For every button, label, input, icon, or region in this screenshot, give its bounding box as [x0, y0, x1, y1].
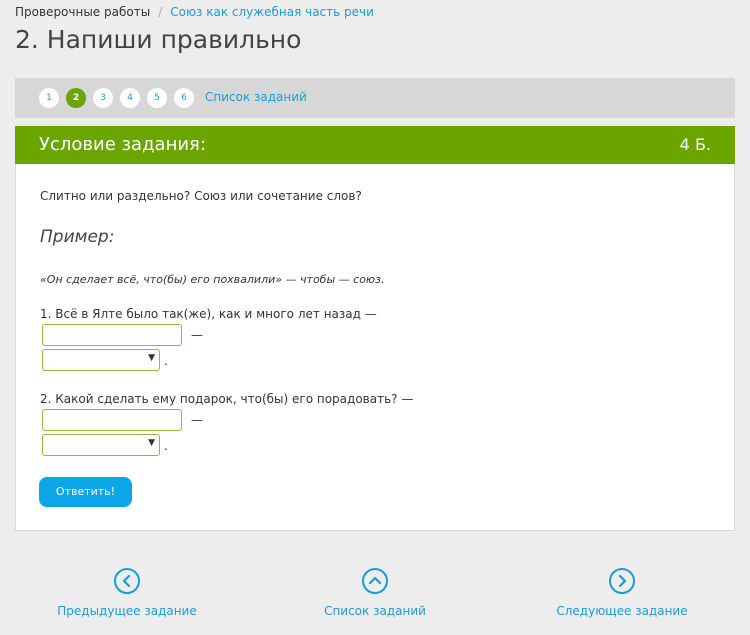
page-title: 2. Напиши правильно	[15, 25, 302, 54]
item-2-text: 2. Какой сделать ему подарок, что(бы) ег…	[40, 392, 414, 406]
next-task-label[interactable]: Следующее задание	[537, 604, 707, 618]
pager-number-5[interactable]: 5	[147, 88, 167, 108]
pager-task-list-link[interactable]: Список заданий	[205, 90, 307, 104]
submit-button[interactable]: Ответить!	[39, 477, 132, 507]
example-text: «Он сделает всё, что(бы) его похвалили» …	[40, 273, 385, 286]
dropdown-arrow-icon: ▼	[148, 438, 155, 448]
task-pager: 1 2 3 4 5 6 Список заданий	[15, 78, 735, 118]
item-2-dash: —	[191, 413, 203, 427]
task-list-link[interactable]: Список заданий	[290, 568, 460, 618]
previous-task-link[interactable]: Предыдущее задание	[42, 568, 212, 618]
task-list-label[interactable]: Список заданий	[290, 604, 460, 618]
task-points: 4 Б.	[679, 135, 711, 154]
breadcrumb-root[interactable]: Проверочные работы	[15, 5, 150, 19]
dropdown-arrow-icon: ▼	[148, 353, 155, 363]
breadcrumb: Проверочные работы / Союз как служебная ча…	[15, 5, 374, 19]
item-1-answer-select[interactable]: ▼	[42, 349, 160, 371]
breadcrumb-separator: /	[158, 5, 163, 19]
item-1-dash: —	[191, 328, 203, 342]
previous-task-label[interactable]: Предыдущее задание	[42, 604, 212, 618]
task-question: Слитно или раздельно? Союз или сочетание…	[40, 189, 362, 203]
next-task-link[interactable]: Следующее задание	[537, 568, 707, 618]
item-1-text: 1. Всё в Ялте было так(же), как и много …	[40, 307, 377, 321]
pager-number-1[interactable]: 1	[39, 88, 59, 108]
item-1-answer-input[interactable]	[42, 324, 182, 346]
pager-number-3[interactable]: 3	[93, 88, 113, 108]
chevron-right-icon[interactable]	[609, 568, 635, 594]
pager-number-6[interactable]: 6	[174, 88, 194, 108]
chevron-left-icon[interactable]	[114, 568, 140, 594]
task-header-label: Условие задания:	[39, 134, 206, 155]
pager-number-2[interactable]: 2	[66, 88, 86, 108]
pager-number-4[interactable]: 4	[120, 88, 140, 108]
breadcrumb-current-link[interactable]: Союз как служебная часть речи	[170, 5, 374, 19]
item-2-period: .	[164, 439, 168, 453]
item-1-period: .	[164, 354, 168, 368]
task-header: Условие задания: 4 Б.	[15, 126, 735, 164]
item-2-answer-select[interactable]: ▼	[42, 434, 160, 456]
chevron-up-icon[interactable]	[362, 568, 388, 594]
item-2-answer-input[interactable]	[42, 409, 182, 431]
example-title: Пример:	[40, 227, 115, 247]
